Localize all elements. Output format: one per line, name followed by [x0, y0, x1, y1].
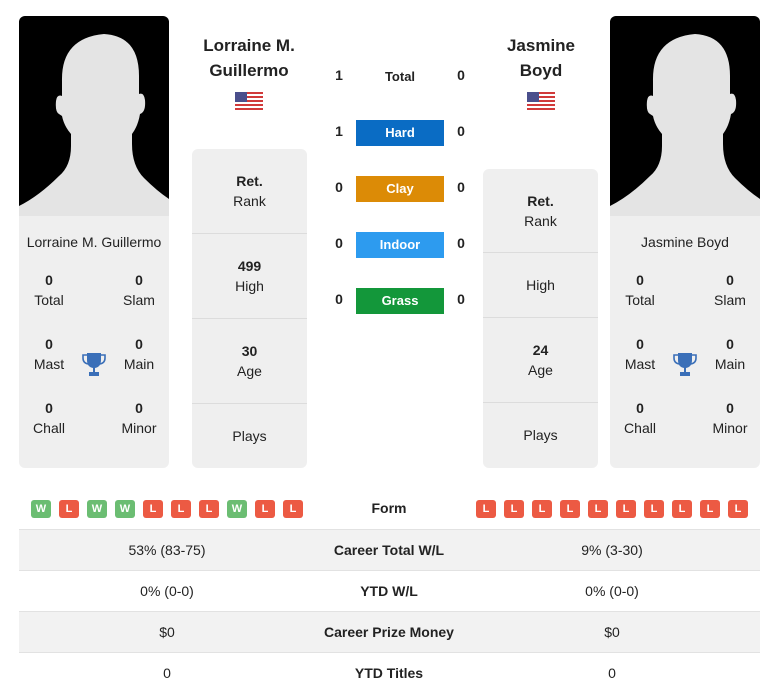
form-label: Form	[371, 500, 407, 516]
stat-rank: Ret. Rank	[483, 169, 598, 253]
titles-total: 0 Total	[34, 272, 64, 308]
player-stats-right: Ret. Rank High 24 Age Plays	[483, 169, 598, 468]
form-badge: L	[476, 500, 496, 518]
h2h-grass-left: 0	[335, 291, 343, 307]
surface-hard-badge: Hard	[356, 120, 444, 146]
h2h-hard-right: 0	[457, 123, 465, 139]
h2h-hard-left: 1	[335, 123, 343, 139]
titles-grid: 0 Total 0 Slam 0 Mast 0 Main 0 Chall 0 Minor	[610, 270, 760, 468]
us-flag-icon	[527, 92, 555, 112]
form-badge: W	[31, 500, 51, 518]
titles-minor: 0 Minor	[712, 400, 748, 436]
surface-indoor-badge: Indoor	[356, 232, 444, 258]
form-badge: W	[87, 500, 107, 518]
form-badge: L	[283, 500, 303, 518]
player-card-left: Lorraine M. Guillermo 0 Total 0 Slam 0 Mast…	[19, 16, 169, 468]
table-row: 0 YTD Titles 0	[19, 653, 760, 694]
player-full-name: Lorraine M. Guillermo	[26, 234, 162, 250]
form-badge: L	[728, 500, 748, 518]
row-label: YTD W/L	[360, 583, 418, 599]
trophy-icon	[82, 353, 106, 376]
h2h-total-right: 0	[457, 67, 465, 83]
form-badge: L	[672, 500, 692, 518]
titles-total: 0 Total	[625, 272, 655, 308]
row-label: Career Prize Money	[324, 624, 454, 640]
player-photo-left	[19, 16, 169, 216]
surface-grass-badge: Grass	[356, 288, 444, 314]
silhouette-icon	[19, 34, 169, 216]
form-badge: L	[560, 500, 580, 518]
right-value: 9% (3-30)	[581, 542, 643, 558]
form-row: W L W W L L L W L L Form L L L L L L L L…	[19, 490, 760, 530]
form-badge: W	[227, 500, 247, 518]
player-name-right[interactable]: Jasmine Boyd	[481, 33, 601, 83]
player-name-left[interactable]: Lorraine M. Guillermo	[189, 33, 309, 83]
stat-age: 30 Age	[192, 319, 307, 404]
form-badge: L	[199, 500, 219, 518]
player-full-name: Jasmine Boyd	[641, 234, 729, 250]
titles-minor: 0 Minor	[121, 400, 157, 436]
form-badge: L	[143, 500, 163, 518]
left-value: $0	[159, 624, 175, 640]
titles-mast: 0 Mast	[33, 336, 65, 372]
table-row: 53% (83-75) Career Total W/L 9% (3-30)	[19, 530, 760, 571]
stat-plays: Plays	[232, 428, 267, 444]
player-photo-right	[610, 16, 760, 216]
form-badge: L	[616, 500, 636, 518]
titles-chall: 0 Chall	[624, 400, 656, 436]
left-value: 0% (0-0)	[140, 583, 194, 599]
us-flag-icon	[235, 92, 263, 112]
form-badge: L	[700, 500, 720, 518]
form-badge: W	[115, 500, 135, 518]
left-value: 0	[163, 665, 171, 681]
silhouette-icon	[610, 34, 760, 216]
row-label: YTD Titles	[354, 665, 424, 681]
player-card-right: Jasmine Boyd 0 Total 0 Slam 0 Mast 0 Main 0C…	[610, 16, 760, 468]
h2h-grass-right: 0	[457, 291, 465, 307]
titles-main: 0 Main	[714, 336, 746, 372]
right-value: $0	[604, 624, 620, 640]
form-badge: L	[171, 500, 191, 518]
titles-slam: 0 Slam	[123, 272, 155, 308]
stat-high: High	[483, 253, 598, 318]
stat-plays: Plays	[523, 427, 558, 443]
stat-age: 24 Age	[483, 318, 598, 403]
table-row: 0% (0-0) YTD W/L 0% (0-0)	[19, 571, 760, 612]
surface-clay-badge: Clay	[356, 176, 444, 202]
form-badge: L	[588, 500, 608, 518]
titles-grid: 0 Total 0 Slam 0 Mast 0 Main 0 Chall 0 Minor	[19, 270, 169, 468]
right-value: 0	[608, 665, 616, 681]
form-badge: L	[59, 500, 79, 518]
titles-mast: 0 Mast	[624, 336, 656, 372]
stat-rank: Ret. Rank	[192, 149, 307, 234]
form-badge: L	[644, 500, 664, 518]
titles-main: 0 Main	[123, 336, 155, 372]
right-value: 0% (0-0)	[585, 583, 639, 599]
trophy-icon	[673, 353, 697, 376]
h2h-total-label: Total	[384, 69, 416, 84]
stat-high: 499 High	[192, 234, 307, 319]
h2h-indoor-left: 0	[335, 235, 343, 251]
h2h-indoor-right: 0	[457, 235, 465, 251]
titles-slam: 0 Slam	[714, 272, 746, 308]
form-badge: L	[532, 500, 552, 518]
form-badge: L	[504, 500, 524, 518]
h2h-clay-left: 0	[335, 179, 343, 195]
row-label: Career Total W/L	[333, 542, 445, 558]
form-badge: L	[255, 500, 275, 518]
h2h-clay-right: 0	[457, 179, 465, 195]
h2h-total-left: 1	[335, 67, 343, 83]
titles-chall: 0 Chall	[33, 400, 65, 436]
left-value: 53% (83-75)	[128, 542, 206, 558]
player-stats-left: Ret. Rank 499 High 30 Age Plays	[192, 149, 307, 468]
table-row: $0 Career Prize Money $0	[19, 612, 760, 653]
